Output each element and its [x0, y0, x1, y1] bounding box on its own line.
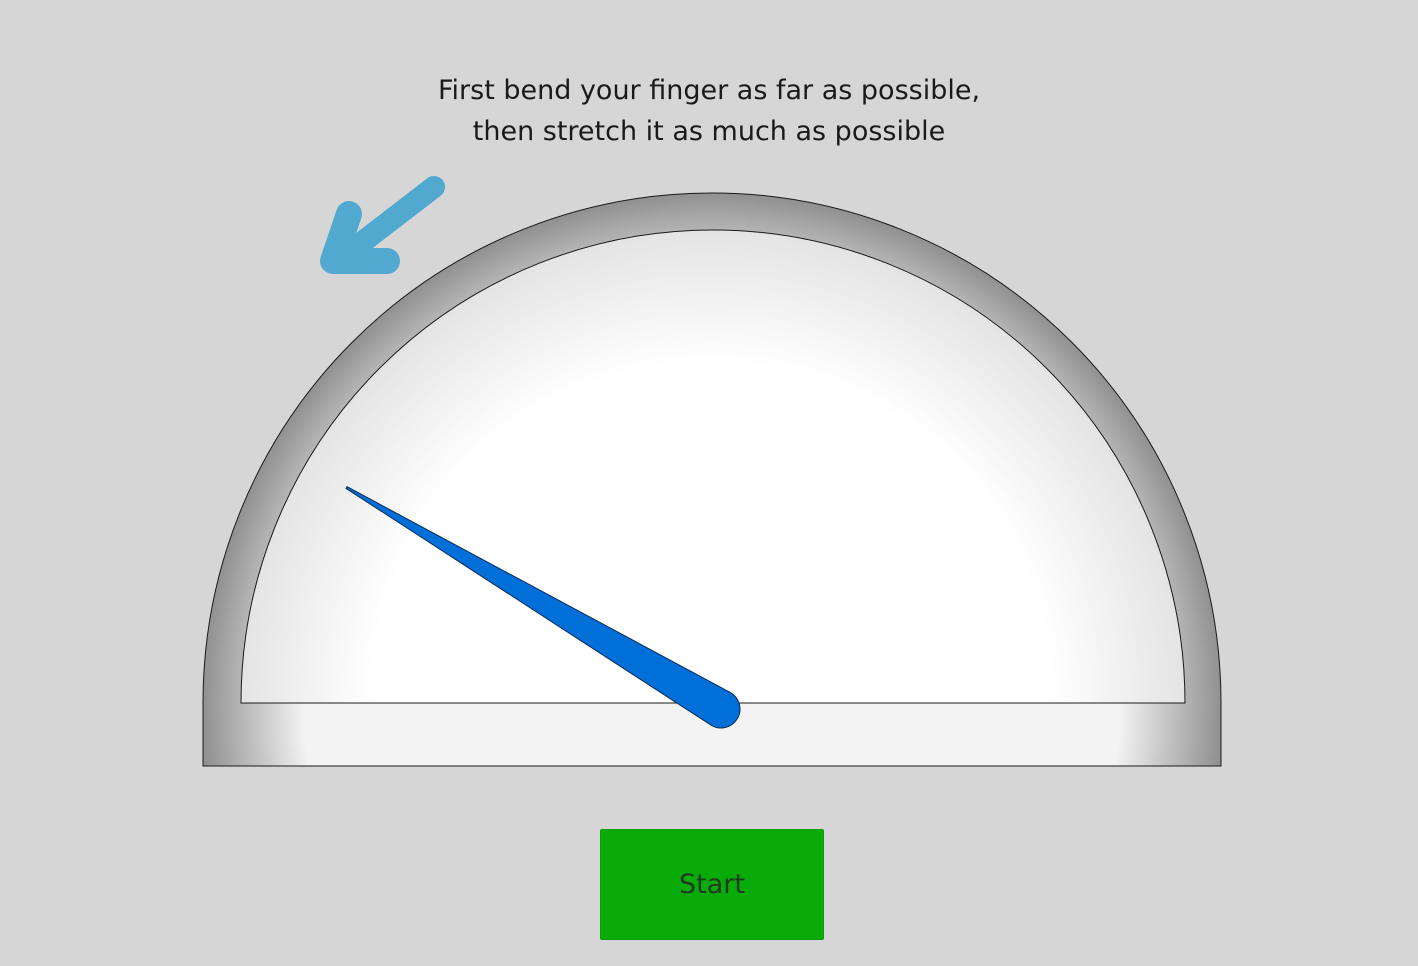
- finger-gauge-screen: First bend your finger as far as possibl…: [0, 0, 1418, 966]
- gauge-dial-face: [240, 229, 1186, 704]
- arrow-down-left-icon: [320, 176, 445, 274]
- flexion-gauge: [202, 176, 1222, 767]
- start-button[interactable]: Start: [600, 829, 824, 940]
